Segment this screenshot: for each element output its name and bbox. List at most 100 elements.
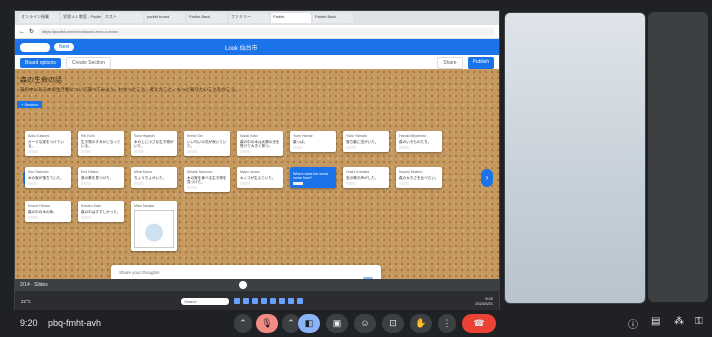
- post-text: 森のいきものたち。: [399, 140, 432, 144]
- activities-icon[interactable]: ⁂: [674, 316, 684, 327]
- padlet-board: 森の生命の話 森の中にある木の生き物について調べてみよう。わかったこと、考えたこ…: [15, 69, 499, 311]
- post-footer: [134, 182, 144, 186]
- post-text: 木の実を食べる生き物を見つけた。: [187, 176, 227, 185]
- taskbar-app-icons[interactable]: [234, 298, 304, 304]
- post-text: 森の中はすずしかった。: [81, 210, 121, 214]
- reload-icon[interactable]: ↻: [29, 28, 34, 35]
- post-author: Mayu Jones: [240, 170, 260, 174]
- post-text: ガークな実をつけている。: [28, 140, 64, 149]
- post-author: Emi Kitano: [81, 170, 99, 174]
- post-card[interactable]: Yuko Yamato 落ち葉に虫がいた。: [343, 131, 389, 153]
- post-card[interactable]: Rin Kohi 生き物のすみかになっている。: [78, 131, 124, 157]
- post-card[interactable]: Yumi Hamai 葉っぱ。: [290, 131, 336, 153]
- post-text: ちょうちょがいた。: [134, 176, 167, 180]
- participant-tiles: [502, 10, 710, 310]
- post-footer: [399, 146, 409, 150]
- section-label[interactable]: + Section: [17, 101, 42, 108]
- post-footer: [187, 150, 197, 154]
- camera-icon[interactable]: ◧: [298, 314, 320, 333]
- right-arrow-icon[interactable]: ›: [481, 169, 493, 187]
- post-card[interactable]: Minato Sakuma 木の実を食べる生き物を見つけた。: [184, 167, 230, 193]
- share-button[interactable]: Share: [437, 56, 463, 69]
- post-card[interactable]: Where does the wood come from?: [290, 167, 336, 189]
- post-card[interactable]: Haruki Miyamoto 森のいきものたち。: [396, 131, 442, 153]
- post-card[interactable]: Mirai Kawa ちょうちょがいた。: [131, 167, 177, 189]
- browser-tab[interactable]: Padlet Back: [187, 13, 227, 23]
- browser-tab[interactable]: オンライン授業: [19, 13, 59, 23]
- post-text: 木の実が落ちていた。: [28, 176, 64, 180]
- back-icon[interactable]: ←: [19, 29, 25, 35]
- create-section-button[interactable]: Create Section: [65, 56, 111, 69]
- captions-icon[interactable]: ⊡: [382, 314, 404, 333]
- post-footer: [28, 182, 38, 186]
- post-text: 生き物のすみかになっている。: [81, 140, 121, 149]
- board-heading: 森の生命の話: [20, 77, 62, 84]
- post-author: Yuko Yamato: [346, 134, 368, 138]
- post-footer: [81, 150, 91, 154]
- chat-icon[interactable]: ▤: [651, 316, 660, 327]
- meeting-time: 9:20: [20, 318, 38, 328]
- post-card[interactable]: Naoki Kato 森の中の木は太陽の光を受けて大きく育つ。: [237, 131, 283, 157]
- emoji-icon[interactable]: ☺: [354, 314, 376, 333]
- windows-taskbar: 22°C Search 9:20 2024/5/21: [15, 291, 499, 311]
- padlet-logo: [20, 42, 50, 52]
- end-call-icon[interactable]: ☎: [462, 314, 496, 333]
- participant-video[interactable]: [504, 12, 646, 304]
- post-text: いい匂いの花が咲いていた。: [187, 140, 227, 149]
- post-footer: [81, 216, 91, 220]
- browser-tab[interactable]: padlet board: [145, 13, 185, 23]
- more-options-icon[interactable]: ⋮: [438, 314, 456, 333]
- drawing-image: [134, 210, 174, 248]
- post-text: 木の上に小さな生き物がいた。: [134, 140, 174, 149]
- present-icon[interactable]: ▣: [326, 314, 348, 333]
- post-text: Where does the wood come from?: [293, 172, 328, 181]
- browser-tab[interactable]: Padlet Back: [313, 13, 353, 23]
- browser-tab[interactable]: Padlet: [271, 13, 311, 23]
- board-title: Look 仙台市: [225, 45, 258, 52]
- post-card[interactable]: Kenta Sei いい匂いの花が咲いていた。: [184, 131, 230, 157]
- post-footer: [134, 150, 144, 154]
- participant-side-tile[interactable]: [648, 12, 708, 302]
- post-footer: [187, 186, 197, 190]
- browser-address-bar: ← ↻ https://padlet.com/xxxx/board-xxxx-x…: [15, 25, 499, 39]
- shared-screen: オンライン授業 学習 4-1 教室 - Padlet ホスト padlet board…: [14, 10, 500, 312]
- browser-tab[interactable]: ファミリー: [229, 13, 269, 23]
- post-card[interactable]: Aoko Kakumi ガークな実をつけている。: [25, 131, 71, 157]
- post-card[interactable]: Emi Kitano 鳥の巣を見つけた。: [78, 167, 124, 189]
- post-card[interactable]: Mayu Jones キノコが生えていた。: [237, 167, 283, 189]
- presentation-bar: 2/14 · Slides: [15, 279, 499, 291]
- post-text: 虫の鳴き声がした。: [346, 176, 379, 180]
- post-card[interactable]: Koharu Kato 森の中はすずしかった。: [78, 201, 124, 223]
- taskbar-search[interactable]: Search: [181, 297, 230, 305]
- browser-tab[interactable]: ホスト: [103, 13, 143, 23]
- address-input[interactable]: https://padlet.com/xxxx/board-xxxx-x-xxx…: [38, 27, 495, 36]
- post-card[interactable]: Hoshi Kobashi 虫の鳴き声がした。: [343, 167, 389, 189]
- mic-off-icon[interactable]: 🎙: [256, 314, 278, 333]
- post-footer: [240, 150, 250, 154]
- info-icon[interactable]: ⓘ: [628, 316, 638, 331]
- post-card[interactable]: Mika Tanaka: [131, 201, 177, 251]
- raise-hand-icon[interactable]: ✋: [410, 314, 432, 333]
- post-author: Koharu Kato: [81, 204, 101, 208]
- board-subheading: 森の中にある木の生き物について調べてみよう。わかったこと、考えたこと、もっと知り…: [20, 87, 240, 92]
- post-text: 森の中の木の命。: [28, 210, 57, 214]
- post-card[interactable]: Ken Saimoto 木の実が落ちていた。: [25, 167, 71, 189]
- post-card[interactable]: Sora Higashi 木の上に小さな生き物がいた。: [131, 131, 177, 157]
- post-card[interactable]: Kozue Hirano 森の中の木の命。: [25, 201, 71, 223]
- post-author: Ken Saimoto: [28, 170, 49, 174]
- browser-tab[interactable]: 学習 4-1 教室 - Padlet: [61, 13, 101, 23]
- meet-control-bar: 9:20 pbq-fmht-avh ⌃ 🎙 ⌃ ◧ ▣ ☺ ⊡ ✋ ⋮ ☎ ⓘ …: [0, 310, 712, 337]
- post-author: Mika Tanaka: [134, 204, 155, 208]
- post-author: Kazuki Makino: [399, 170, 423, 174]
- caret-up-icon[interactable]: ⌃: [234, 314, 252, 333]
- post-card[interactable]: Kazuki Makino 森の大きさを比べたい。: [396, 167, 442, 189]
- publish-button[interactable]: Publish: [467, 56, 494, 69]
- date-text: 2024/5/21: [475, 301, 493, 306]
- host-controls-icon[interactable]: ⚿: [695, 316, 703, 327]
- board-options-button[interactable]: Board options: [20, 57, 61, 68]
- post-author: Yumi Hamai: [293, 134, 313, 138]
- post-author: Minato Sakuma: [187, 170, 212, 174]
- record-icon[interactable]: [239, 281, 247, 289]
- post-footer: [293, 146, 303, 150]
- mode-button[interactable]: Next: [54, 43, 75, 51]
